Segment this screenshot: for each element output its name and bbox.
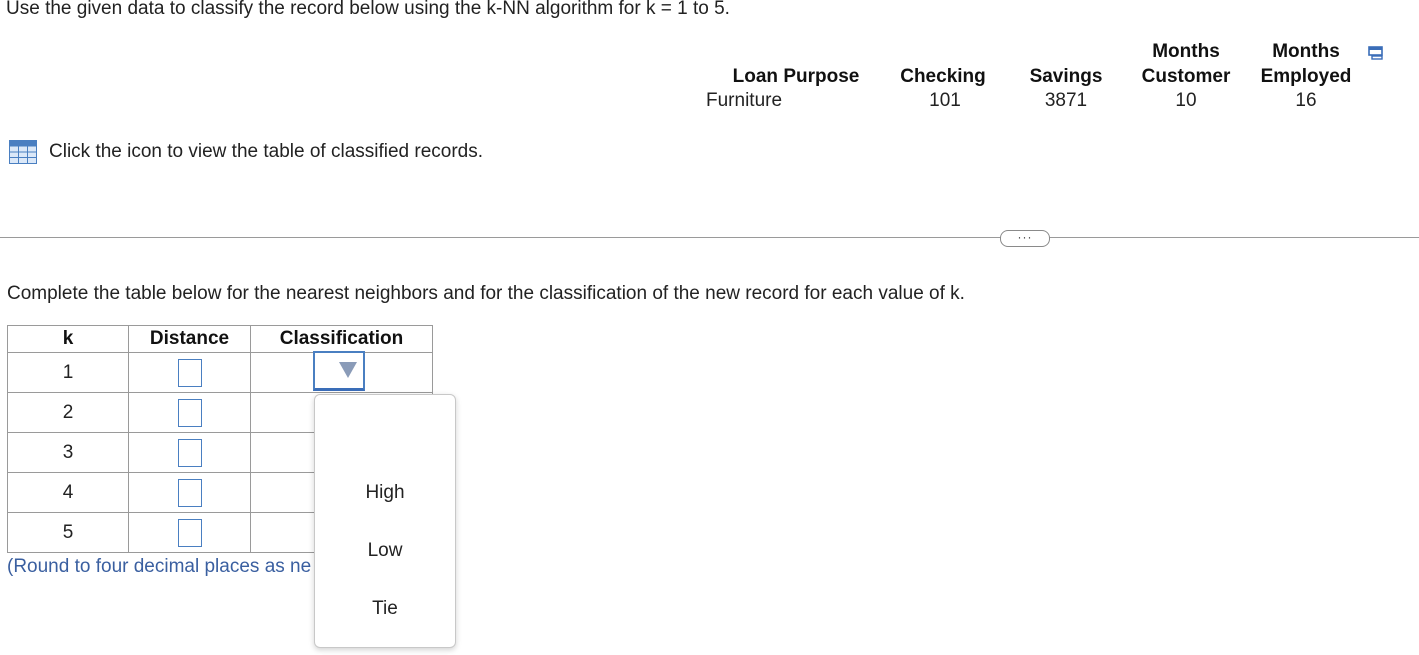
- option-low[interactable]: Low: [315, 540, 455, 562]
- distance-input[interactable]: [177, 358, 202, 387]
- table-row: 1: [7, 352, 433, 393]
- header-months-customer-line1: Months: [1152, 41, 1220, 62]
- header-k: k: [7, 325, 129, 353]
- distance-input[interactable]: [177, 478, 202, 507]
- table-grid-icon[interactable]: [9, 140, 37, 164]
- distance-input[interactable]: [177, 518, 202, 547]
- header-loan-purpose: Loan Purpose: [732, 66, 860, 87]
- header-months-customer-line2: Customer: [1141, 66, 1231, 87]
- view-records-text: Click the icon to view the table of clas…: [49, 141, 484, 162]
- k-value: 5: [7, 512, 129, 553]
- header-classification: Classification: [250, 325, 433, 353]
- value-savings: 3871: [1044, 90, 1088, 111]
- question-prompt: Use the given data to classify the recor…: [6, 0, 730, 19]
- header-months-employed-line1: Months: [1272, 41, 1340, 62]
- option-tie[interactable]: Tie: [315, 598, 455, 620]
- header-months-employed-line2: Employed: [1260, 66, 1352, 87]
- instruction-text: Complete the table below for the nearest…: [7, 283, 965, 304]
- k-value: 3: [7, 432, 129, 473]
- value-loan-purpose: Furniture: [706, 90, 783, 111]
- k-value: 4: [7, 472, 129, 513]
- distance-input[interactable]: [177, 398, 202, 427]
- header-distance: Distance: [128, 325, 251, 353]
- header-savings: Savings: [1029, 66, 1103, 87]
- header-checking: Checking: [900, 66, 986, 87]
- dropdown-arrow-icon: [339, 362, 357, 378]
- answer-table-header: k Distance Classification: [7, 325, 433, 353]
- classification-select[interactable]: [313, 351, 365, 391]
- value-months-employed: 16: [1295, 90, 1317, 111]
- classification-dropdown-menu: High Low Tie: [314, 394, 456, 648]
- copy-icon[interactable]: [1368, 46, 1384, 60]
- distance-input[interactable]: [177, 438, 202, 467]
- k-value: 2: [7, 392, 129, 433]
- value-months-customer: 10: [1175, 90, 1197, 111]
- section-divider: [0, 237, 1419, 238]
- option-high[interactable]: High: [315, 482, 455, 504]
- rounding-note: (Round to four decimal places as ne: [7, 556, 312, 577]
- value-checking: 101: [929, 90, 961, 111]
- more-button[interactable]: ···: [1000, 230, 1050, 247]
- k-value: 1: [7, 352, 129, 393]
- view-records-row: Click the icon to view the table of clas…: [9, 140, 483, 164]
